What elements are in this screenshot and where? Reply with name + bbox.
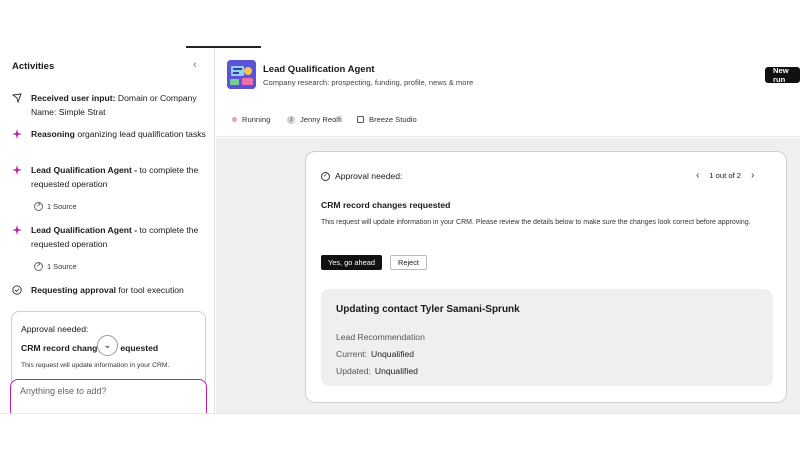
status-badge: Running <box>232 115 270 124</box>
approval-header: ✓ Approval needed: <box>321 171 402 181</box>
approval-preview-subtitle-end: equested <box>120 343 159 353</box>
chevron-left-icon[interactable]: ‹ <box>696 170 699 181</box>
chat-input[interactable] <box>20 386 195 396</box>
link-icon: ↗ <box>34 202 43 211</box>
avatar: J <box>287 115 295 124</box>
current-value: Unqualified <box>371 349 415 359</box>
pager-text: 1 out of 2 <box>709 171 742 180</box>
run-owner: J Jenny Reolfi <box>287 115 342 124</box>
field-label: Lead Recommendation <box>336 332 425 342</box>
sparkle-icon <box>12 129 22 139</box>
main-content: ✓ Approval needed: ‹ 1 out of 2 › CRM re… <box>216 138 800 414</box>
activity-text: organizing lead qualification tasks <box>74 129 206 139</box>
check-circle-icon <box>12 285 22 295</box>
approval-header-text: Approval needed: <box>335 171 403 181</box>
status-text: Running <box>242 115 271 124</box>
reject-button[interactable]: Reject <box>390 255 427 270</box>
studio-icon <box>357 116 364 123</box>
new-run-button[interactable]: New run <box>765 66 800 84</box>
approval-preview-title: Approval needed: <box>21 324 89 334</box>
source-label: 1 Source <box>47 262 77 271</box>
approval-pager: ‹ 1 out of 2 › <box>696 170 754 181</box>
approval-preview-body: This request will update information in … <box>21 362 170 369</box>
activity-bold: Lead Qualification Agent - <box>31 225 138 235</box>
check-circle-icon: ✓ <box>321 171 330 181</box>
current-value-row: Current: Unqualified <box>336 349 414 359</box>
bottom-divider <box>0 413 800 414</box>
activity-bold: Lead Qualification Agent - <box>31 165 138 175</box>
change-detail-card: Updating contact Tyler Samani-Sprunk Lea… <box>321 289 773 386</box>
approval-title: CRM record changes requested <box>321 200 451 210</box>
send-icon <box>12 93 22 103</box>
source-link[interactable]: ↗ 1 Source <box>34 262 77 271</box>
status-dot-icon <box>232 117 237 122</box>
agent-logo <box>227 60 256 89</box>
activities-sidebar: Activities ‹ Received user input: Domain… <box>0 48 215 414</box>
link-icon: ↗ <box>34 262 43 271</box>
updated-value: Unqualified <box>374 366 418 376</box>
agent-illustration-icon <box>227 60 256 89</box>
approval-preview-subtitle: CRM record chang equested <box>21 343 158 353</box>
scroll-down-button[interactable]: ⌄ <box>97 335 118 356</box>
approval-description: This request will update information in … <box>321 219 751 226</box>
activity-bold: Reasoning <box>31 129 75 139</box>
updated-label: Updated: <box>336 366 371 376</box>
updated-value-row: Updated: Unqualified <box>336 366 418 376</box>
change-detail-title: Updating contact Tyler Samani-Sprunk <box>336 304 520 315</box>
chevron-left-icon[interactable]: ‹ <box>193 59 197 71</box>
agent-title: Lead Qualification Agent <box>263 64 375 75</box>
activity-bold: Received user input: <box>31 93 116 103</box>
confirm-button[interactable]: Yes, go ahead <box>321 255 382 270</box>
agent-header: Lead Qualification Agent Company researc… <box>216 48 800 137</box>
agent-subtitle: Company research: prospecting, funding, … <box>263 78 474 87</box>
current-label: Current: <box>336 349 368 359</box>
sparkle-icon <box>12 225 22 235</box>
chevron-down-icon: ⌄ <box>103 340 112 351</box>
sidebar-title: Activities <box>12 61 55 72</box>
chevron-right-icon[interactable]: › <box>751 170 754 181</box>
sparkle-icon <box>12 165 22 175</box>
activity-bold: Requesting approval <box>31 285 116 295</box>
studio-link[interactable]: Breeze Studio <box>357 115 417 124</box>
chat-input-box[interactable] <box>10 379 207 414</box>
source-link[interactable]: ↗ 1 Source <box>34 202 77 211</box>
activity-text: for tool execution <box>116 285 184 295</box>
owner-name: Jenny Reolfi <box>300 115 342 124</box>
studio-name: Breeze Studio <box>369 115 417 124</box>
approval-preview-subtitle-start: CRM record chang <box>21 343 98 353</box>
source-label: 1 Source <box>47 202 77 211</box>
app-frame: Activities ‹ Received user input: Domain… <box>0 48 800 414</box>
approval-panel: ✓ Approval needed: ‹ 1 out of 2 › CRM re… <box>305 151 787 403</box>
